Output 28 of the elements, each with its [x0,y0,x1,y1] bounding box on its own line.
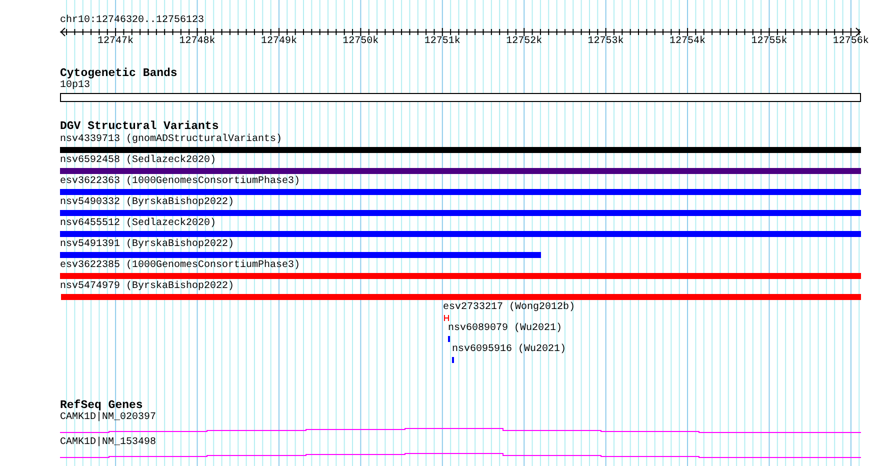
feature-label: esv3622363 (1000GenomesConsortiumPhase3) [60,176,300,188]
feature-label: nsv5474979 (ByrskaBishop2022) [60,281,234,293]
feature-label: esv2733217 (Wong2012b) [443,302,576,314]
feature-label: 10p13 [60,80,90,92]
feature-label: nsv5490332 (ByrskaBishop2022) [60,197,234,209]
feature-label: CAMK1D|NM_153498 [60,437,156,449]
ruler-tick-label: 12747k [98,36,134,48]
ruler-tick-label: 12753k [588,36,624,48]
ruler-tick-label: 12751k [424,36,460,48]
ruler-tick-label: 12756k [832,36,869,48]
track-title: Cytogenetic Bands [60,68,178,80]
location-label: chr10:12746320..12756123 [60,15,204,27]
ruler-tick-label: 12754k [670,36,706,48]
track-title: DGV Structural Variants [60,121,219,133]
feature-label: nsv6089079 (Wu2021) [448,323,562,335]
ruler-tick-label: 12748k [179,36,216,48]
feature-label: nsv4339713 (gnomADStructuralVariants) [60,134,282,146]
track-title: RefSeq Genes [60,400,143,412]
feature-label: CAMK1D|NM_020397 [60,412,156,424]
feature-label: esv3622385 (1000GenomesConsortiumPhase3) [60,260,300,272]
ruler-tick-label: 12752k [506,36,542,48]
ruler-tick-label: 12750k [342,36,379,48]
ruler-tick-label: 12749k [260,36,297,48]
feature-label: nsv6455512 (Sedlazeck2020) [60,218,216,230]
feature-label: nsv5491391 (ByrskaBishop2022) [60,239,234,251]
ruler-tick-label: 12755k [751,36,788,48]
feature-label: nsv6592458 (Sedlazeck2020) [60,155,216,167]
feature-label: nsv6095916 (Wu2021) [452,344,566,356]
